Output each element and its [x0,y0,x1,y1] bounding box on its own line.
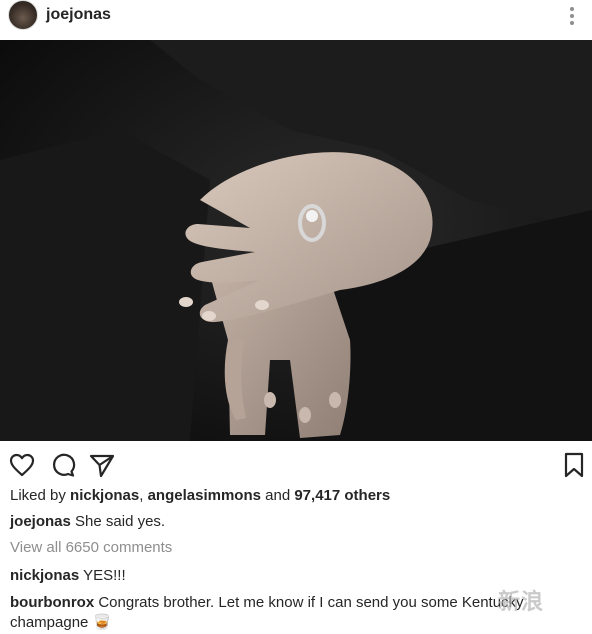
likes-count[interactable]: 97,417 others [294,487,390,504]
comment-icon[interactable] [49,451,77,479]
comment-text: YES!!! [83,567,126,584]
caption-username[interactable]: joejonas [10,513,71,530]
likes-prefix: Liked by [10,487,71,504]
comment-item: bourbonrox Congrats brother. Let me know… [10,593,582,633]
share-icon[interactable] [88,451,116,479]
watermark-logo: 新浪 [498,589,545,614]
likes-separator: , [139,487,148,504]
caption-text: She said yes. [75,513,166,530]
avatar[interactable] [8,0,38,30]
comment-item: nickjonas YES!!! [10,566,126,586]
liker-angelasimmons[interactable]: angelasimmons [148,487,261,504]
instagram-post: joejonas Liked by nickjonas, angelasimmo… [0,0,592,634]
comment-username[interactable]: bourbonrox [10,594,94,611]
post-header: joejonas [0,0,592,40]
heart-icon[interactable] [8,451,36,479]
bookmark-icon[interactable] [560,451,588,479]
post-username[interactable]: joejonas [46,6,111,24]
comment-username[interactable]: nickjonas [10,567,79,584]
post-photo[interactable] [0,40,592,441]
more-vertical-icon[interactable] [562,4,582,28]
caption: joejonas She said yes. [10,512,165,532]
liker-nickjonas[interactable]: nickjonas [70,487,139,504]
likes-and: and [260,487,295,504]
photo-illustration [0,40,592,441]
view-all-comments-link[interactable]: View all 6650 comments [10,538,172,558]
likes-line: Liked by nickjonas, angelasimmons and 97… [10,486,390,506]
action-bar [0,448,592,482]
